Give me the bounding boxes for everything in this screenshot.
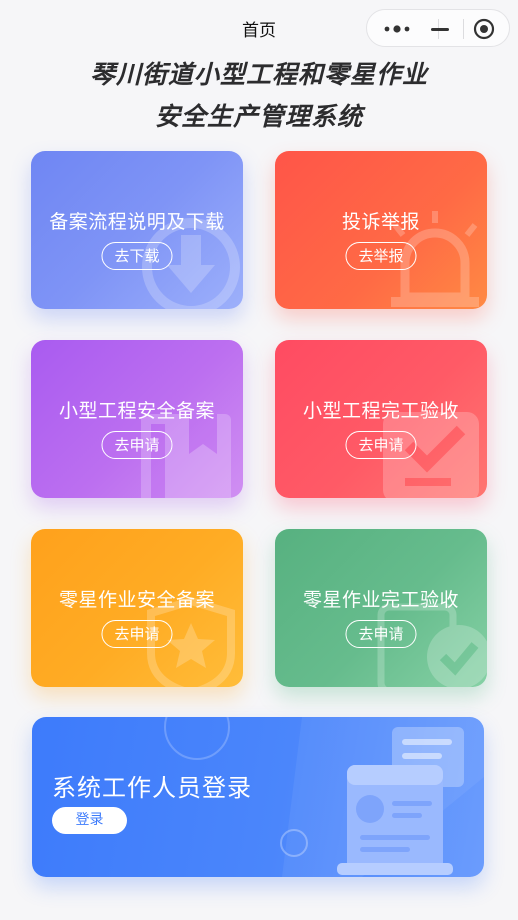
- card-title: 零星作业完工验收: [302, 589, 459, 611]
- staff-login-banner[interactable]: 系统工作人员登录 登录: [32, 717, 484, 877]
- card-title: 零星作业安全备案: [58, 589, 215, 611]
- report-button[interactable]: 去举报: [345, 242, 417, 270]
- apply-button[interactable]: 去申请: [101, 620, 173, 648]
- card-title: 备案流程说明及下载: [49, 211, 225, 233]
- card-complaint-report[interactable]: 投诉举报 去举报: [275, 151, 487, 309]
- card-title: 小型工程安全备案: [58, 400, 215, 422]
- apply-button[interactable]: 去申请: [101, 431, 173, 459]
- card-small-project-safety-registration[interactable]: 小型工程安全备案 去申请: [31, 340, 243, 498]
- card-registration-process-download[interactable]: 备案流程说明及下载 去下载: [31, 151, 243, 309]
- system-title-line2: 安全生产管理系统: [154, 102, 363, 131]
- mini-program-capsule: [366, 9, 510, 47]
- more-dots-icon[interactable]: [381, 19, 417, 39]
- system-title: 琴川街道小型工程和零星作业 安全生产管理系统: [0, 54, 518, 138]
- navigation-bar: 首页: [0, 0, 518, 56]
- system-title-line1: 琴川街道小型工程和零星作业: [89, 60, 428, 89]
- apply-button[interactable]: 去申请: [345, 620, 417, 648]
- card-title: 小型工程完工验收: [302, 400, 459, 422]
- download-button[interactable]: 去下载: [101, 242, 173, 270]
- target-circle-icon[interactable]: [472, 17, 496, 41]
- minimize-icon[interactable]: [429, 20, 451, 38]
- capsule-divider: [463, 19, 464, 39]
- login-button[interactable]: 登录: [52, 807, 127, 834]
- card-title: 投诉举报: [341, 211, 420, 233]
- card-small-project-completion-acceptance[interactable]: 小型工程完工验收 去申请: [275, 340, 487, 498]
- card-sporadic-work-completion-acceptance[interactable]: 零星作业完工验收 去申请: [275, 529, 487, 687]
- document-scroll-icon: [337, 727, 464, 875]
- apply-button[interactable]: 去申请: [345, 431, 417, 459]
- banner-title: 系统工作人员登录: [52, 774, 252, 802]
- card-sporadic-work-safety-registration[interactable]: 零星作业安全备案 去申请: [31, 529, 243, 687]
